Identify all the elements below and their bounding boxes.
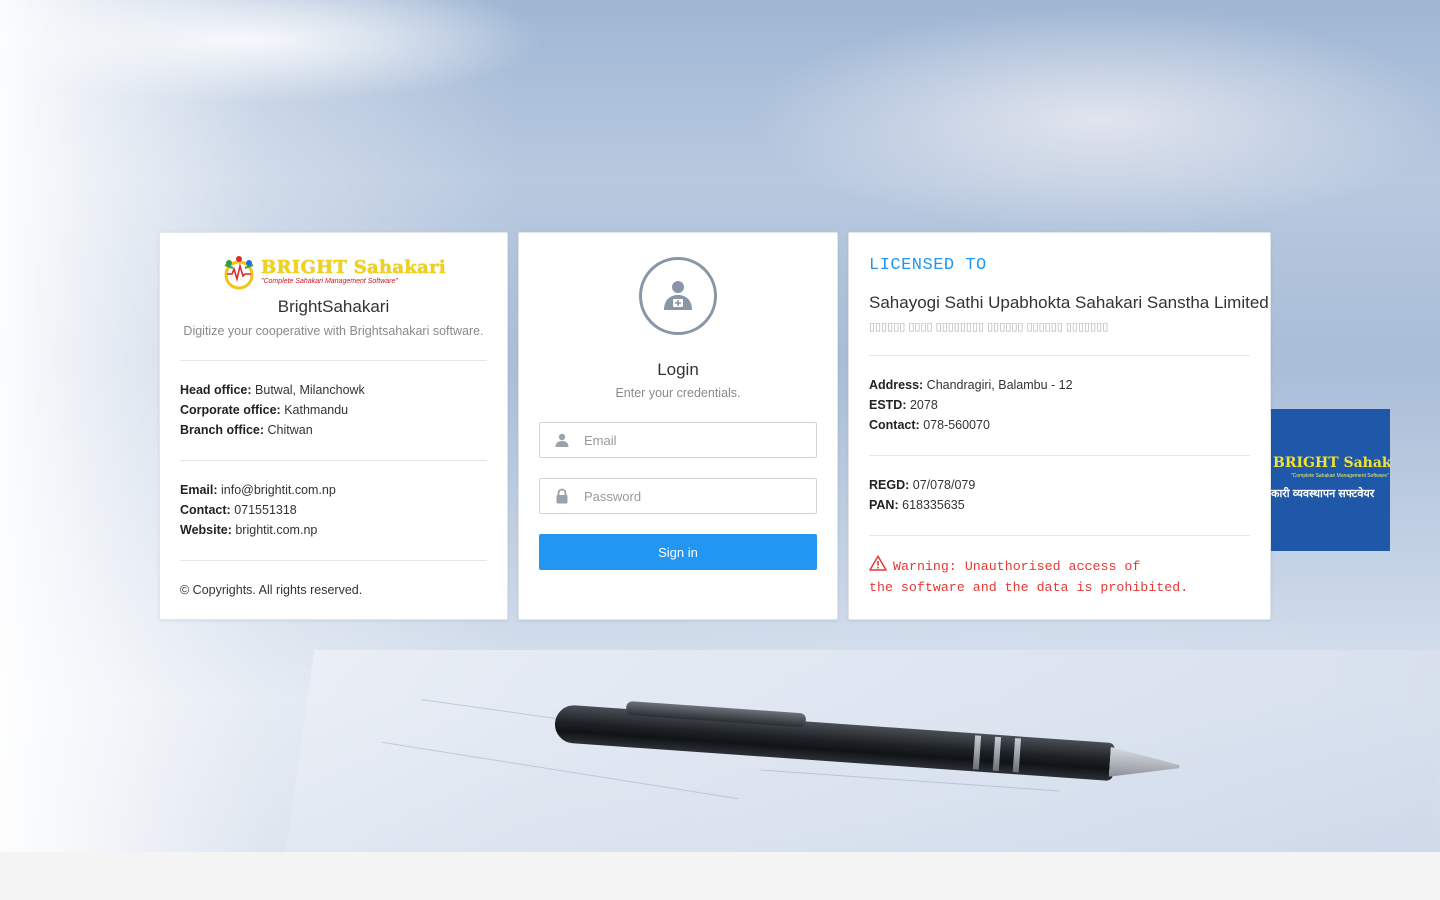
divider (180, 360, 487, 361)
login-subtitle: Enter your credentials. (615, 386, 741, 400)
divider (869, 455, 1250, 456)
divider (180, 560, 487, 561)
detail-address: Address: Chandragiri, Balambu - 12 (869, 378, 1073, 392)
contact-item-website: Website: brightit.com.np (180, 523, 318, 537)
divider (180, 460, 487, 461)
sign-in-button[interactable]: Sign in (539, 534, 817, 570)
office-item-corporate: Corporate office: Kathmandu (180, 403, 349, 417)
detail-pan: PAN: 618335635 (869, 498, 965, 512)
company-info-card: BRIGHT Sahakari "Complete Sahakari Manag… (159, 232, 508, 620)
warning-icon (869, 555, 887, 578)
warning-text-line2: the software and the data is prohibited. (869, 580, 1189, 595)
detail-established: ESTD: 2078 (869, 398, 938, 412)
side-logo-word: BRIGHT Sahakari (1273, 455, 1390, 471)
email-input[interactable] (540, 423, 816, 457)
password-input[interactable] (540, 479, 816, 513)
warning-message: Warning: Unauthorised access of the soft… (869, 555, 1250, 598)
side-logo-native: कारी व्यवस्थापन सफ्टवेयर (1271, 488, 1375, 500)
app-description: Digitize your cooperative with Brightsah… (183, 324, 484, 338)
brand-logo: BRIGHT Sahakari "Complete Sahakari Manag… (180, 253, 487, 291)
contact-list: Email: info@brightit.com.np Contact: 071… (180, 480, 487, 540)
page-footer-strip (0, 852, 1440, 900)
detail-contact: Contact: 078-560070 (869, 418, 990, 432)
user-icon (554, 432, 570, 448)
license-card: LICENSED TO Sahayogi Sathi Upabhokta Sah… (848, 232, 1271, 620)
office-item-head: Head office: Butwal, Milanchowk (180, 383, 365, 397)
app-name: BrightSahakari (277, 297, 390, 316)
user-settings-icon (639, 257, 717, 335)
login-title: Login (657, 360, 699, 379)
login-card: Login Enter your credentials. Sign in (518, 232, 838, 620)
lock-icon (554, 488, 570, 504)
organization-name: Sahayogi Sathi Upabhokta Sahakari Sansth… (869, 293, 1269, 312)
divider (869, 535, 1250, 536)
detail-registration: REGD: 07/078/079 (869, 478, 976, 492)
email-field (539, 422, 817, 458)
side-logo-tagline: "Complete Sahakari Management Software" (1291, 473, 1389, 479)
registration-details: REGD: 07/078/079 PAN: 618335635 (869, 475, 1250, 515)
organization-name-native: ▯▯▯▯▯▯ ▯▯▯▯ ▯▯▯▯▯▯▯▯ ▯▯▯▯▯▯ ▯▯▯▯▯▯ ▯▯▯▯▯… (869, 321, 1109, 333)
contact-item-email: Email: info@brightit.com.np (180, 483, 336, 497)
brand-logo-tagline: "Complete Sahakari Management Software" (260, 278, 398, 285)
contact-item-phone: Contact: 071551318 (180, 503, 297, 517)
office-list: Head office: Butwal, Milanchowk Corporat… (180, 380, 487, 440)
warning-text-line1: Warning: Unauthorised access of (893, 558, 1141, 574)
brand-logo-word: BRIGHT Sahakari (260, 257, 446, 278)
copyright-text: © Copyrights. All rights reserved. (180, 583, 363, 597)
people-heart-icon (221, 254, 257, 290)
side-logo-banner: BRIGHT Sahakari "Complete Sahakari Manag… (1271, 409, 1390, 551)
password-field (539, 478, 817, 514)
organization-details: Address: Chandragiri, Balambu - 12 ESTD:… (869, 375, 1250, 435)
office-item-branch: Branch office: Chitwan (180, 423, 313, 437)
divider (869, 355, 1250, 356)
license-heading: LICENSED TO (869, 256, 987, 275)
